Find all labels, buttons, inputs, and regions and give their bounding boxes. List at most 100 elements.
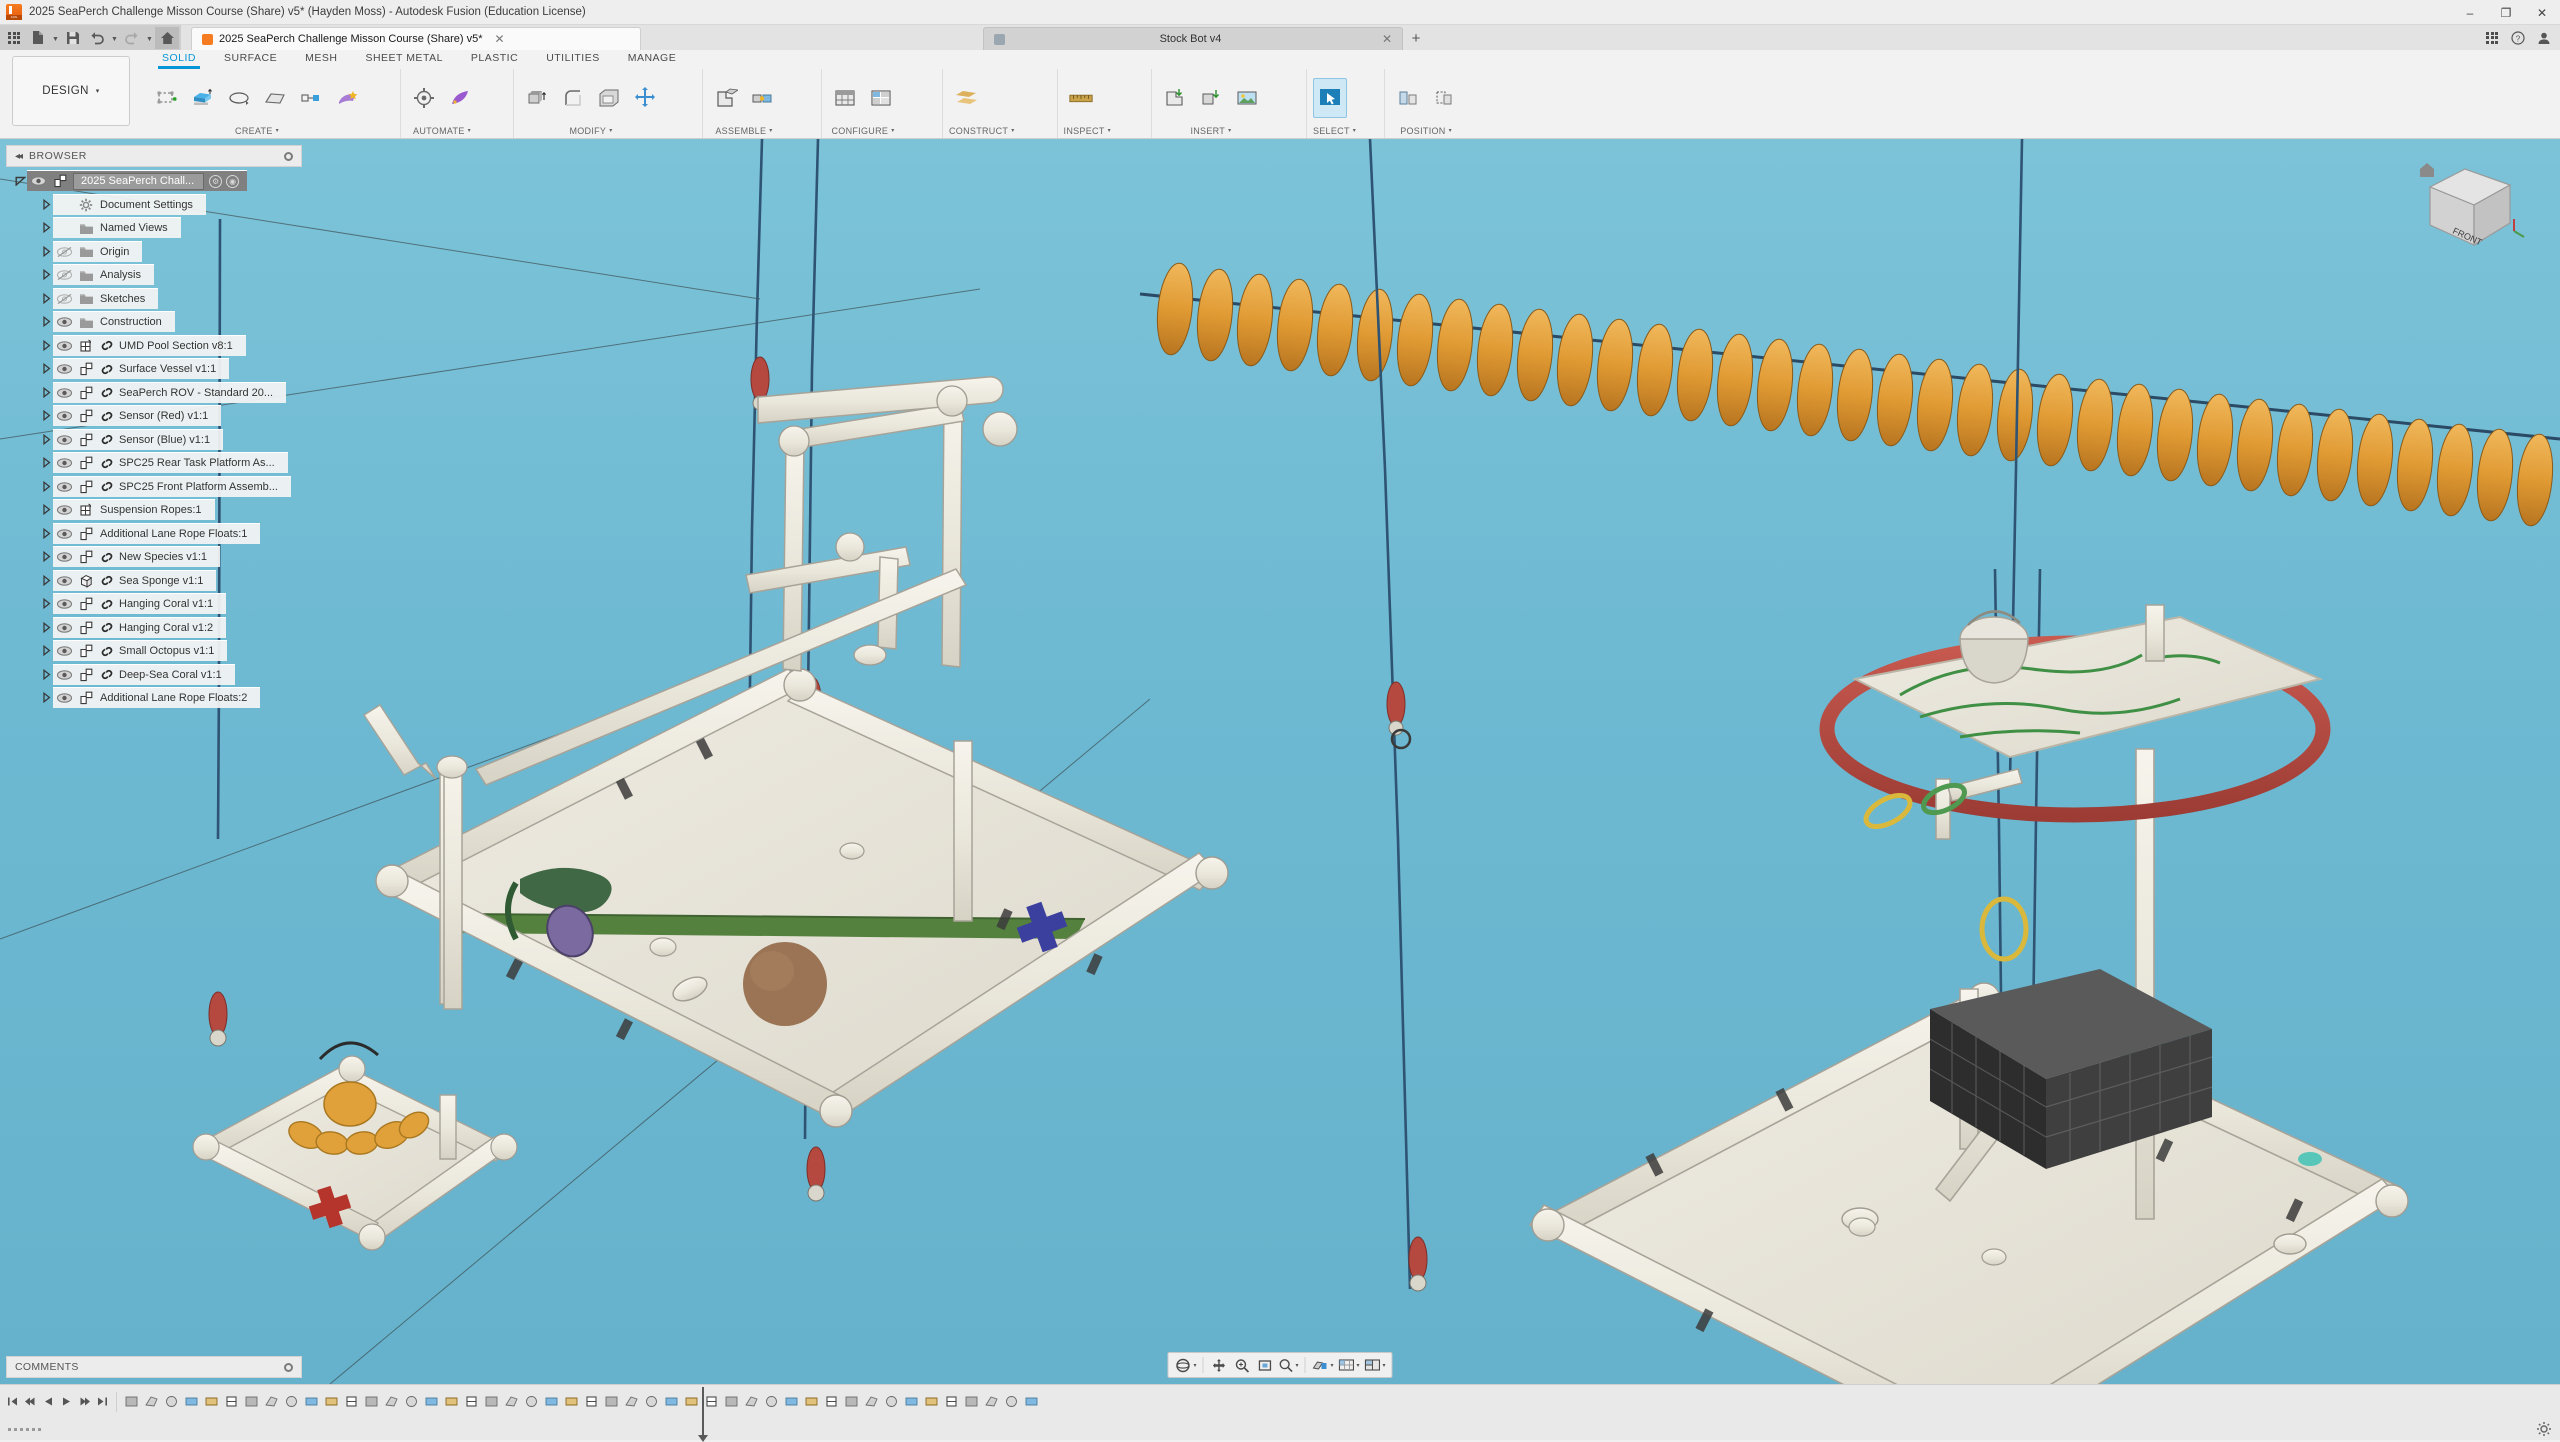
tree-row-content[interactable]: UMD Pool Section v8:1 — [53, 335, 246, 356]
timeline-feature[interactable] — [342, 1389, 361, 1415]
timeline-feature[interactable] — [382, 1389, 401, 1415]
browser-tree-row[interactable]: Origin — [6, 240, 302, 264]
timeline-feature[interactable] — [162, 1389, 181, 1415]
chevron-right-icon[interactable] — [40, 522, 53, 545]
document-tab-0[interactable]: 2025 SeaPerch Challenge Misson Course (S… — [191, 27, 641, 50]
save-icon[interactable] — [61, 27, 85, 49]
chevron-right-icon[interactable] — [40, 451, 53, 474]
configure-table-icon[interactable] — [828, 78, 862, 118]
timeline-feature[interactable] — [242, 1389, 261, 1415]
timeline-feature[interactable] — [682, 1389, 701, 1415]
chevron-right-icon[interactable] — [40, 616, 53, 639]
tree-row-content[interactable]: Sketches — [53, 288, 158, 309]
timeline-feature[interactable] — [782, 1389, 801, 1415]
select-window-icon[interactable] — [1313, 78, 1347, 118]
timeline-play-forward[interactable] — [58, 1388, 75, 1416]
timeline-play-back[interactable] — [40, 1388, 57, 1416]
tree-row-content[interactable]: New Species v1:1 — [53, 546, 220, 567]
new-document-caret-icon[interactable]: ▼ — [50, 27, 61, 49]
ribbon-panel-construct-label[interactable]: CONSTRUCT▾ — [949, 123, 1015, 138]
timeline-feature[interactable] — [942, 1389, 961, 1415]
tree-row-content[interactable]: Small Octopus v1:1 — [53, 640, 227, 661]
timeline-go-to-end[interactable] — [94, 1388, 111, 1416]
timeline-feature[interactable] — [122, 1389, 141, 1415]
chevron-right-icon[interactable] — [40, 334, 53, 357]
timeline-feature[interactable] — [882, 1389, 901, 1415]
eye-visible-icon[interactable] — [53, 664, 75, 685]
automate-icon[interactable] — [407, 78, 441, 118]
configure-grid-icon[interactable] — [864, 78, 898, 118]
timeline-feature[interactable] — [182, 1389, 201, 1415]
comments-options-icon[interactable] — [284, 1363, 293, 1372]
comments-panel[interactable]: COMMENTS — [6, 1356, 302, 1378]
document-tab-0-close-icon[interactable]: ✕ — [495, 32, 505, 46]
eye-visible-icon[interactable] — [53, 406, 75, 427]
timeline-feature[interactable] — [142, 1389, 161, 1415]
browser-tree-row[interactable]: Sketches — [6, 287, 302, 311]
tree-row-content[interactable]: Hanging Coral v1:2 — [53, 617, 226, 638]
timeline-feature[interactable] — [982, 1389, 1001, 1415]
chevron-right-icon[interactable] — [40, 193, 53, 216]
insert-mcmaster-icon[interactable] — [1194, 78, 1228, 118]
browser-tree-row[interactable]: Sensor (Red) v1:1 — [6, 404, 302, 428]
browser-tree-row[interactable]: Small Octopus v1:1 — [6, 639, 302, 663]
browser-tree-row[interactable]: SPC25 Rear Task Platform As... — [6, 451, 302, 475]
display-settings[interactable]: ▾ — [1309, 1354, 1335, 1376]
question-icon[interactable]: ? — [2506, 27, 2530, 49]
display-settings-caret-icon[interactable]: ▾ — [1330, 1362, 1333, 1369]
zoom-tool[interactable]: ▾ — [1276, 1354, 1300, 1376]
timeline-step-back[interactable] — [22, 1388, 39, 1416]
timeline-track[interactable] — [0, 1385, 2560, 1418]
browser-tree-row[interactable]: Analysis — [6, 263, 302, 287]
user-icon[interactable] — [2532, 27, 2556, 49]
eye-visible-icon[interactable] — [53, 382, 75, 403]
tree-row-content[interactable]: SPC25 Front Platform Assemb... — [53, 476, 291, 497]
offset-plane-icon[interactable] — [949, 78, 983, 118]
ribbon-panel-select-label[interactable]: SELECT▾ — [1313, 123, 1356, 138]
tree-row-content[interactable]: Construction — [53, 311, 175, 332]
tree-row-content[interactable]: Suspension Ropes:1 — [53, 499, 215, 520]
timeline-feature[interactable] — [362, 1389, 381, 1415]
timeline-feature[interactable] — [462, 1389, 481, 1415]
loft-icon[interactable] — [258, 78, 292, 118]
chevron-right-icon[interactable] — [40, 263, 53, 286]
insert-canvas-icon[interactable] — [1230, 78, 1264, 118]
chevron-right-icon[interactable] — [40, 498, 53, 521]
ribbon-tab-solid[interactable]: SOLID — [148, 50, 210, 69]
undo-icon[interactable] — [85, 27, 109, 49]
browser-tree-row[interactable]: SeaPerch ROV - Standard 20... — [6, 381, 302, 405]
chevron-down-icon[interactable] — [14, 169, 27, 192]
chevron-right-icon[interactable] — [40, 287, 53, 310]
chevron-right-icon[interactable] — [40, 569, 53, 592]
document-tab-1-close-icon[interactable]: ✕ — [1382, 32, 1392, 46]
redo-caret-icon[interactable]: ▼ — [144, 27, 155, 49]
tree-row-content[interactable]: Additional Lane Rope Floats:1 — [53, 523, 260, 544]
timeline-feature[interactable] — [842, 1389, 861, 1415]
timeline-feature[interactable] — [542, 1389, 561, 1415]
eye-visible-icon[interactable] — [53, 429, 75, 450]
timeline-feature[interactable] — [502, 1389, 521, 1415]
timeline-feature[interactable] — [702, 1389, 721, 1415]
browser-tree-row[interactable]: Surface Vessel v1:1 — [6, 357, 302, 381]
document-tab-1[interactable]: Stock Bot v4 ✕ — [983, 27, 1403, 50]
timeline-feature[interactable] — [822, 1389, 841, 1415]
timeline-feature[interactable] — [862, 1389, 881, 1415]
close-button[interactable]: ✕ — [2524, 0, 2560, 25]
ribbon-tab-surface[interactable]: SURFACE — [210, 50, 291, 69]
browser-collapse-icon[interactable]: ◂◂ — [15, 151, 21, 162]
browser-tree-row[interactable]: Document Settings — [6, 193, 302, 217]
eye-hidden-icon[interactable] — [53, 265, 75, 286]
extrude-icon[interactable] — [186, 78, 220, 118]
browser-tree[interactable]: 2025 SeaPerch Chall...⚙◉Document Setting… — [6, 167, 302, 710]
tree-row-content[interactable]: Analysis — [53, 264, 154, 285]
orbit-caret-icon[interactable]: ▾ — [1193, 1362, 1196, 1369]
chevron-right-icon[interactable] — [40, 639, 53, 662]
3d-viewport[interactable]: ◂◂ BROWSER 2025 SeaPerch Chall...⚙◉Docum… — [0, 139, 2560, 1384]
ribbon-tab-utilities[interactable]: UTILITIES — [532, 50, 614, 69]
eye-visible-icon[interactable] — [27, 171, 49, 192]
tree-row-content[interactable]: Additional Lane Rope Floats:2 — [53, 687, 260, 708]
maximize-button[interactable]: ❐ — [2488, 0, 2524, 25]
tree-row-content[interactable]: Surface Vessel v1:1 — [53, 358, 229, 379]
eye-visible-icon[interactable] — [53, 453, 75, 474]
timeline-feature[interactable] — [562, 1389, 581, 1415]
